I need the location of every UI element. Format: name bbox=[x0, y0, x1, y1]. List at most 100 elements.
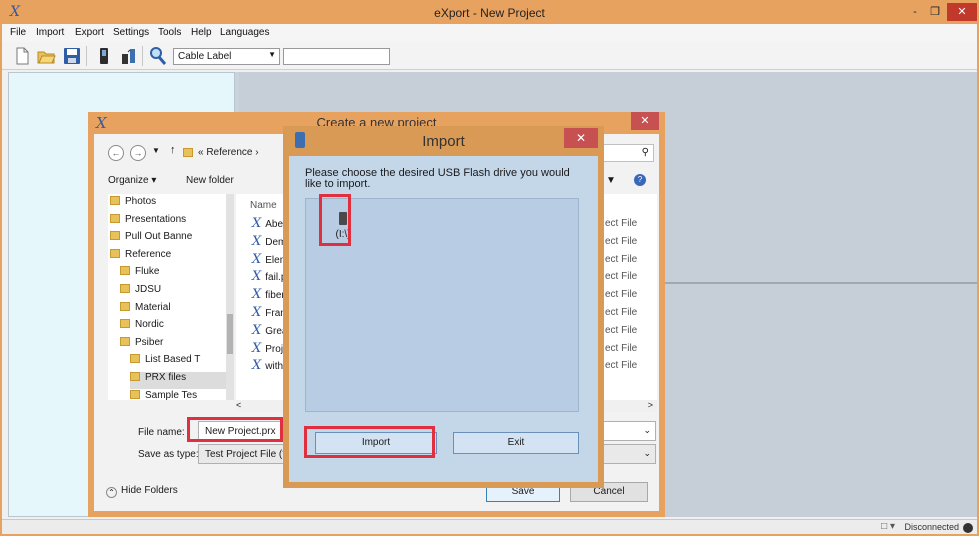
restore-button[interactable]: ❒ bbox=[925, 3, 945, 21]
import-dialog-close-button[interactable]: ✕ bbox=[564, 128, 598, 148]
close-button[interactable]: ✕ bbox=[947, 3, 977, 21]
folder-tree-label: Reference bbox=[125, 248, 172, 260]
window-title: eXport - New Project bbox=[434, 6, 545, 20]
folder-tree-item[interactable]: PRX files bbox=[130, 372, 226, 389]
hide-folders-toggle[interactable]: ⌃ Hide Folders bbox=[106, 485, 178, 498]
status-monitor-icon[interactable]: □ ▾ bbox=[881, 521, 895, 532]
folder-tree-item[interactable]: Presentations bbox=[110, 213, 226, 231]
folder-tree-label: JDSU bbox=[135, 284, 162, 295]
search-icon[interactable] bbox=[148, 46, 168, 66]
folder-tree-label: Presentations bbox=[125, 213, 187, 225]
connection-indicator-icon bbox=[963, 523, 973, 533]
file-type-cell: ect File bbox=[605, 342, 638, 354]
file-list-item[interactable]: X Abe bbox=[252, 216, 283, 233]
menu-file[interactable]: File bbox=[10, 27, 26, 38]
cable-label-select[interactable]: Cable Label ▼ bbox=[173, 48, 280, 65]
folder-tree-item[interactable]: Reference bbox=[110, 248, 226, 266]
file-name: with bbox=[265, 361, 284, 373]
forward-icon[interactable]: → bbox=[130, 145, 146, 161]
file-list-item[interactable]: X Fran bbox=[252, 305, 286, 322]
toolbar-separator bbox=[86, 46, 87, 66]
file-list-item[interactable]: Xfiber bbox=[252, 287, 285, 304]
recent-locations-icon[interactable]: ▼ bbox=[152, 146, 160, 155]
folder-tree-item[interactable]: Psiber bbox=[120, 336, 226, 354]
menu-languages[interactable]: Languages bbox=[220, 27, 270, 38]
file-type-column: ect File ect File ect File ect File ect File… bbox=[599, 194, 657, 400]
organize-menu[interactable]: Organize ▾ bbox=[108, 175, 156, 186]
file-list-item[interactable]: Xfail.p bbox=[252, 269, 286, 286]
folder-tree-item[interactable]: Fluke bbox=[120, 266, 226, 283]
folder-icon bbox=[120, 266, 130, 276]
folder-tree-item[interactable]: Sample Tes bbox=[130, 389, 226, 407]
menu-import[interactable]: Import bbox=[36, 27, 64, 38]
file-type-cell: ect File bbox=[605, 271, 638, 283]
address-bar[interactable]: « Reference › bbox=[194, 144, 294, 162]
save-as-type-label: Save as type: bbox=[138, 449, 199, 460]
file-type-cell: ect File bbox=[605, 235, 638, 247]
file-type-cell: ect File bbox=[605, 307, 638, 318]
folder-tree-label: Fluke bbox=[135, 266, 160, 278]
name-column-header[interactable]: Name bbox=[250, 200, 277, 211]
file-name: fiber bbox=[265, 290, 285, 302]
folder-tree-item[interactable]: Material bbox=[120, 301, 226, 319]
menu-tools[interactable]: Tools bbox=[158, 27, 181, 38]
chevron-down-icon[interactable]: ⌄ bbox=[643, 425, 651, 436]
save-icon[interactable] bbox=[62, 46, 82, 66]
chevron-down-icon[interactable]: ⌄ bbox=[643, 448, 651, 459]
status-bar: □ ▾ Disconnected bbox=[2, 519, 977, 534]
project-file-icon: X bbox=[252, 322, 262, 338]
folder-tree-item[interactable]: List Based T bbox=[130, 354, 226, 371]
project-file-icon: X bbox=[252, 251, 262, 267]
menu-settings[interactable]: Settings bbox=[113, 27, 149, 38]
folder-icon bbox=[110, 196, 120, 205]
device-icon[interactable] bbox=[94, 46, 114, 66]
folder-tree-label: List Based T bbox=[145, 354, 201, 366]
back-icon[interactable]: ← bbox=[108, 145, 124, 161]
view-options-icon[interactable]: ▼ bbox=[606, 175, 616, 186]
file-name: Abe bbox=[265, 219, 284, 230]
file-list-item[interactable]: X Proj bbox=[252, 341, 283, 358]
usb-transfer-icon[interactable] bbox=[118, 46, 138, 66]
filename-highlight-box bbox=[187, 417, 283, 442]
folder-icon bbox=[120, 319, 130, 329]
folder-tree-label: PRX files bbox=[145, 372, 187, 383]
folder-tree-scrollbar[interactable] bbox=[226, 194, 234, 400]
file-type-cell: ect File bbox=[605, 324, 638, 336]
file-type-cell: ect File bbox=[605, 218, 638, 229]
menu-bar: File Import Export Settings Tools Help L… bbox=[2, 24, 977, 42]
create-dialog-close-button[interactable]: ✕ bbox=[631, 112, 659, 130]
project-file-icon: X bbox=[252, 305, 262, 320]
folder-icon bbox=[130, 354, 140, 364]
project-file-icon: X bbox=[252, 358, 262, 374]
exit-button[interactable]: Exit bbox=[453, 432, 579, 454]
folder-tree: Photos Presentations Pull Out Banne Referen… bbox=[108, 194, 226, 401]
folder-tree-item[interactable]: Pull Out Banne bbox=[110, 231, 226, 248]
scroll-right-icon[interactable]: > bbox=[648, 400, 653, 410]
folder-icon bbox=[110, 213, 120, 223]
folder-tree-item[interactable]: Photos bbox=[110, 196, 226, 213]
folder-tree-label: Material bbox=[135, 301, 171, 313]
file-type-cell: ect File bbox=[605, 253, 638, 265]
project-file-icon: X bbox=[252, 287, 262, 303]
folder-tree-label: Sample Tes bbox=[145, 389, 198, 401]
file-list-item[interactable]: X Dem bbox=[252, 234, 286, 251]
scroll-left-icon[interactable]: < bbox=[236, 400, 241, 410]
toolbar-search-input[interactable] bbox=[283, 48, 390, 65]
new-file-icon[interactable] bbox=[12, 46, 32, 66]
file-type-cell: ect File bbox=[605, 360, 638, 372]
file-list-item[interactable]: Xwith bbox=[252, 358, 283, 375]
menu-export[interactable]: Export bbox=[75, 27, 104, 38]
project-file-icon: X bbox=[252, 340, 262, 356]
help-icon[interactable]: ? bbox=[634, 174, 646, 186]
open-folder-icon[interactable] bbox=[36, 46, 56, 66]
connection-status: Disconnected bbox=[904, 522, 959, 532]
scrollbar-thumb[interactable] bbox=[227, 314, 233, 354]
menu-help[interactable]: Help bbox=[191, 27, 212, 38]
minimize-button[interactable]: - bbox=[905, 3, 925, 21]
new-folder-button[interactable]: New folder bbox=[186, 175, 234, 186]
folder-tree-item[interactable]: Nordic bbox=[120, 319, 226, 336]
drive-highlight-box bbox=[319, 194, 351, 246]
folder-tree-item[interactable]: JDSU bbox=[120, 284, 226, 301]
up-folder-icon[interactable]: ↑ bbox=[170, 144, 176, 156]
title-bar: X eXport - New Project - ❒ ✕ bbox=[2, 2, 977, 24]
